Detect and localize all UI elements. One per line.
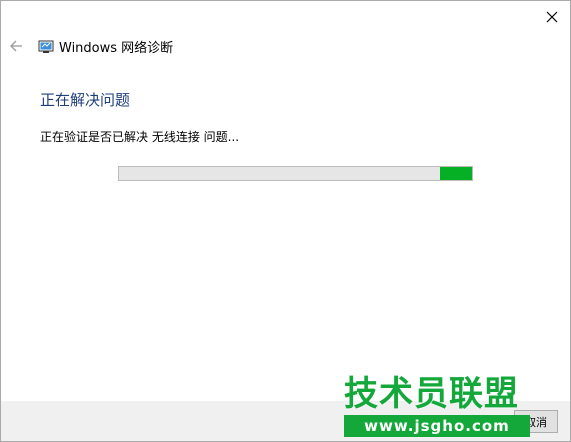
status-message: 正在验证是否已解决 无线连接 问题... (40, 130, 240, 144)
close-button[interactable] (540, 7, 564, 27)
window-title: Windows 网络诊断 (59, 41, 174, 56)
network-diagnostics-icon (38, 39, 54, 53)
troubleshooter-window: Windows 网络诊断 正在解决问题 正在验证是否已解决 无线连接 问题...… (0, 0, 571, 442)
progress-bar-fill (440, 167, 472, 180)
footer-bar: 取消 (1, 401, 570, 441)
cancel-button[interactable]: 取消 (514, 410, 558, 433)
back-button[interactable] (9, 38, 23, 52)
page-heading: 正在解决问题 (40, 91, 131, 109)
progress-bar (118, 166, 473, 181)
back-arrow-icon (10, 40, 22, 52)
close-icon (546, 11, 558, 23)
